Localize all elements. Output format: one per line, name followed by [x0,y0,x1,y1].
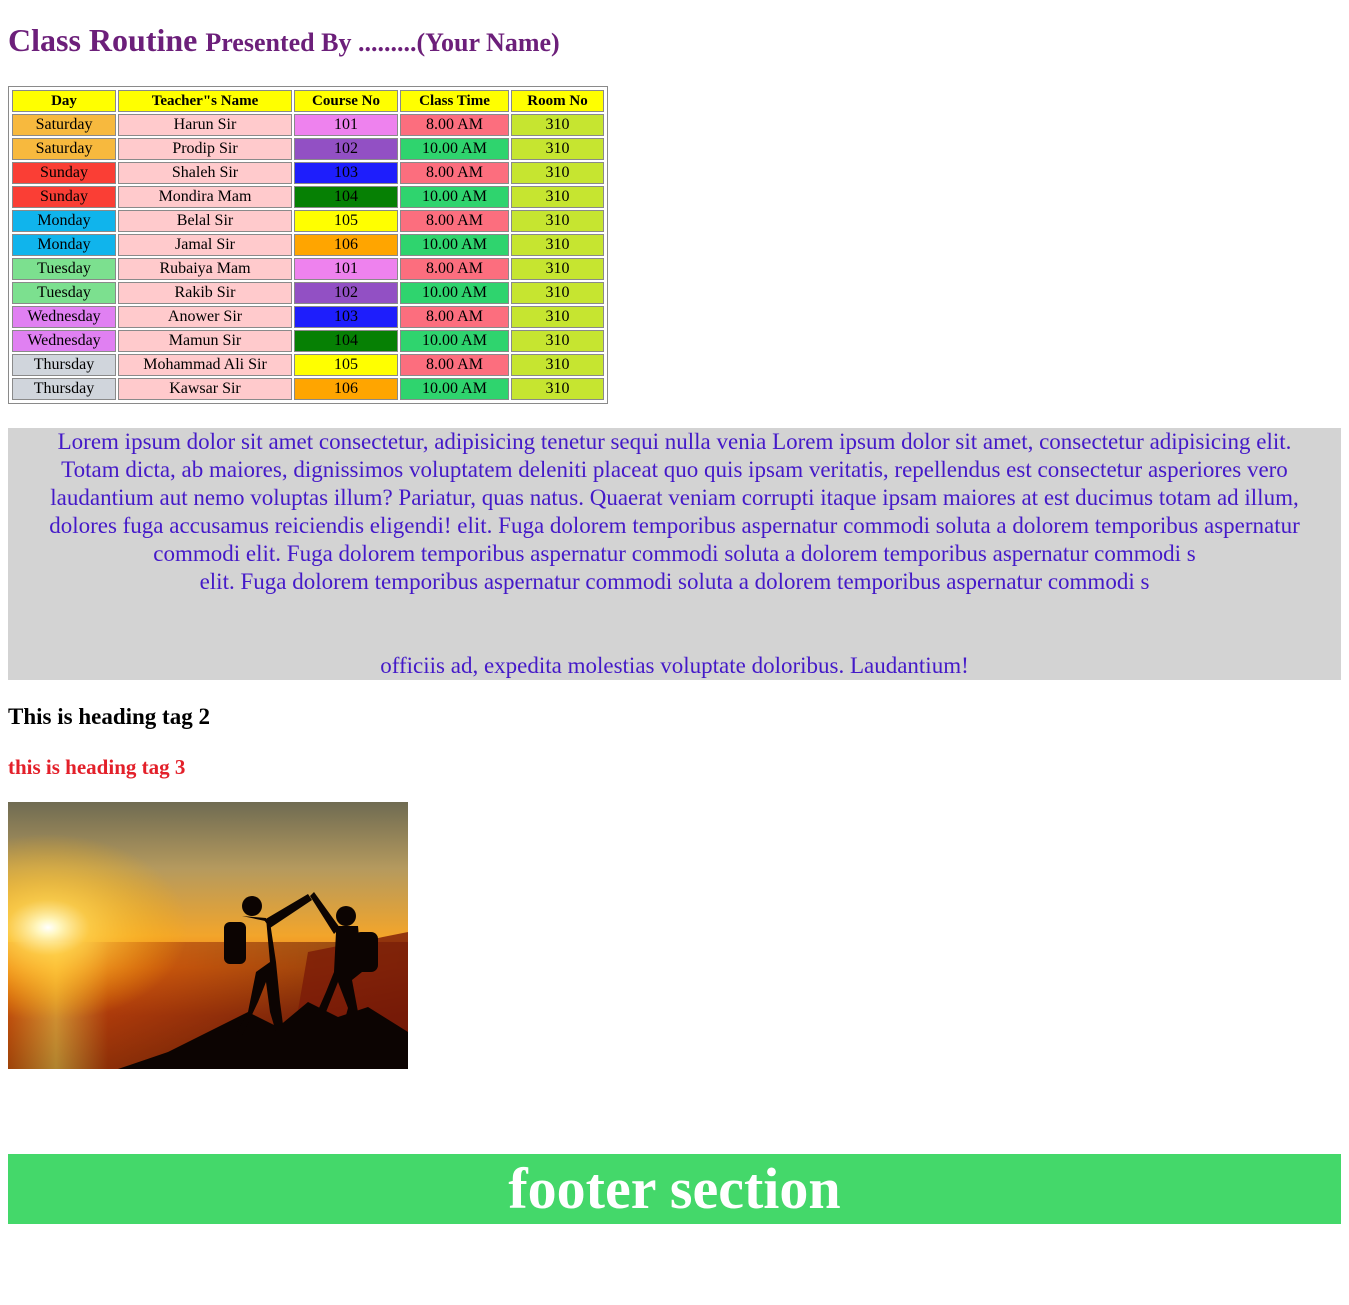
course-cell: 103 [294,162,398,184]
time-cell: 10.00 AM [400,282,509,304]
course-cell: 101 [294,114,398,136]
time-cell: 10.00 AM [400,138,509,160]
time-cell: 8.00 AM [400,354,509,376]
day-cell: Saturday [12,138,116,160]
day-cell: Sunday [12,162,116,184]
lorem-paragraph: Lorem ipsum dolor sit amet consectetur, … [8,428,1341,680]
teacher-cell: Harun Sir [118,114,292,136]
paragraph-line: commodi elit. Fuga dolorem temporibus as… [153,541,1196,566]
day-cell: Tuesday [12,282,116,304]
course-cell: 103 [294,306,398,328]
course-cell: 101 [294,258,398,280]
teacher-cell: Jamal Sir [118,234,292,256]
room-cell: 310 [511,330,604,352]
day-cell: Monday [12,210,116,232]
course-cell: 106 [294,378,398,400]
paragraph-line: Lorem ipsum dolor sit amet consectetur, … [57,429,1292,454]
table-row: Wednesday Mamun Sir 104 10.00 AM 310 [12,330,604,352]
day-cell: Sunday [12,186,116,208]
teacher-cell: Rubaiya Mam [118,258,292,280]
teacher-cell: Rakib Sir [118,282,292,304]
day-cell: Tuesday [12,258,116,280]
room-cell: 310 [511,114,604,136]
course-cell: 104 [294,186,398,208]
heading-tag-2: This is heading tag 2 [8,704,210,729]
teacher-cell: Belal Sir [118,210,292,232]
time-cell: 8.00 AM [400,306,509,328]
table-row: Monday Jamal Sir 106 10.00 AM 310 [12,234,604,256]
table-row: Monday Belal Sir 105 8.00 AM 310 [12,210,604,232]
column-header-day: Day [12,90,116,112]
table-row: Tuesday Rubaiya Mam 101 8.00 AM 310 [12,258,604,280]
paragraph-line: elit. Fuga dolorem temporibus aspernatur… [199,569,1150,594]
room-cell: 310 [511,258,604,280]
sunset-hikers-image [8,802,408,1069]
room-cell: 310 [511,282,604,304]
room-cell: 310 [511,354,604,376]
column-header-room: Room No [511,90,604,112]
footer-section: footer section [8,1154,1341,1224]
paragraph-line: dolores fuga accusamus reiciendis eligen… [49,513,1300,538]
room-cell: 310 [511,306,604,328]
course-cell: 105 [294,210,398,232]
day-cell: Thursday [12,378,116,400]
room-cell: 310 [511,162,604,184]
time-cell: 10.00 AM [400,330,509,352]
room-cell: 310 [511,210,604,232]
class-routine-table: Day Teacher"s Name Course No Class Time … [8,86,608,404]
paragraph-last-line: officiis ad, expedita molestias voluptat… [380,653,969,678]
time-cell: 10.00 AM [400,186,509,208]
teacher-cell: Shaleh Sir [118,162,292,184]
paragraph-line: Totam dicta, ab maiores, dignissimos vol… [61,457,1288,482]
day-cell: Saturday [12,114,116,136]
teacher-cell: Mamun Sir [118,330,292,352]
table-row: Sunday Shaleh Sir 103 8.00 AM 310 [12,162,604,184]
time-cell: 8.00 AM [400,162,509,184]
time-cell: 10.00 AM [400,234,509,256]
time-cell: 8.00 AM [400,258,509,280]
room-cell: 310 [511,186,604,208]
time-cell: 10.00 AM [400,378,509,400]
presenter-subtitle: Presented By .........(Your Name) [205,28,560,57]
page-header: Class Routine Presented By .........(You… [8,22,560,59]
room-cell: 310 [511,234,604,256]
teacher-cell: Prodip Sir [118,138,292,160]
table-row: Saturday Harun Sir 101 8.00 AM 310 [12,114,604,136]
day-cell: Wednesday [12,330,116,352]
room-cell: 310 [511,138,604,160]
column-header-teacher: Teacher"s Name [118,90,292,112]
table-body: Saturday Harun Sir 101 8.00 AM 310 Saturday P… [12,114,604,400]
table-row: Saturday Prodip Sir 102 10.00 AM 310 [12,138,604,160]
teacher-cell: Kawsar Sir [118,378,292,400]
day-cell: Monday [12,234,116,256]
heading-tag-3: this is heading tag 3 [8,755,186,779]
course-cell: 104 [294,330,398,352]
table-row: Wednesday Anower Sir 103 8.00 AM 310 [12,306,604,328]
teacher-cell: Anower Sir [118,306,292,328]
column-header-course: Course No [294,90,398,112]
day-cell: Wednesday [12,306,116,328]
table-header-row: Day Teacher"s Name Course No Class Time … [12,90,604,112]
course-cell: 106 [294,234,398,256]
table-row: Tuesday Rakib Sir 102 10.00 AM 310 [12,282,604,304]
table-row: Sunday Mondira Mam 104 10.00 AM 310 [12,186,604,208]
course-cell: 102 [294,282,398,304]
course-cell: 105 [294,354,398,376]
page: Class Routine Presented By .........(You… [0,0,1349,1305]
teacher-cell: Mohammad Ali Sir [118,354,292,376]
page-title: Class Routine [8,22,198,58]
table-row: Thursday Kawsar Sir 106 10.00 AM 310 [12,378,604,400]
teacher-cell: Mondira Mam [118,186,292,208]
day-cell: Thursday [12,354,116,376]
paragraph-line: laudantium aut nemo voluptas illum? Pari… [50,485,1299,510]
time-cell: 8.00 AM [400,114,509,136]
column-header-time: Class Time [400,90,509,112]
time-cell: 8.00 AM [400,210,509,232]
table-row: Thursday Mohammad Ali Sir 105 8.00 AM 310 [12,354,604,376]
course-cell: 102 [294,138,398,160]
room-cell: 310 [511,378,604,400]
